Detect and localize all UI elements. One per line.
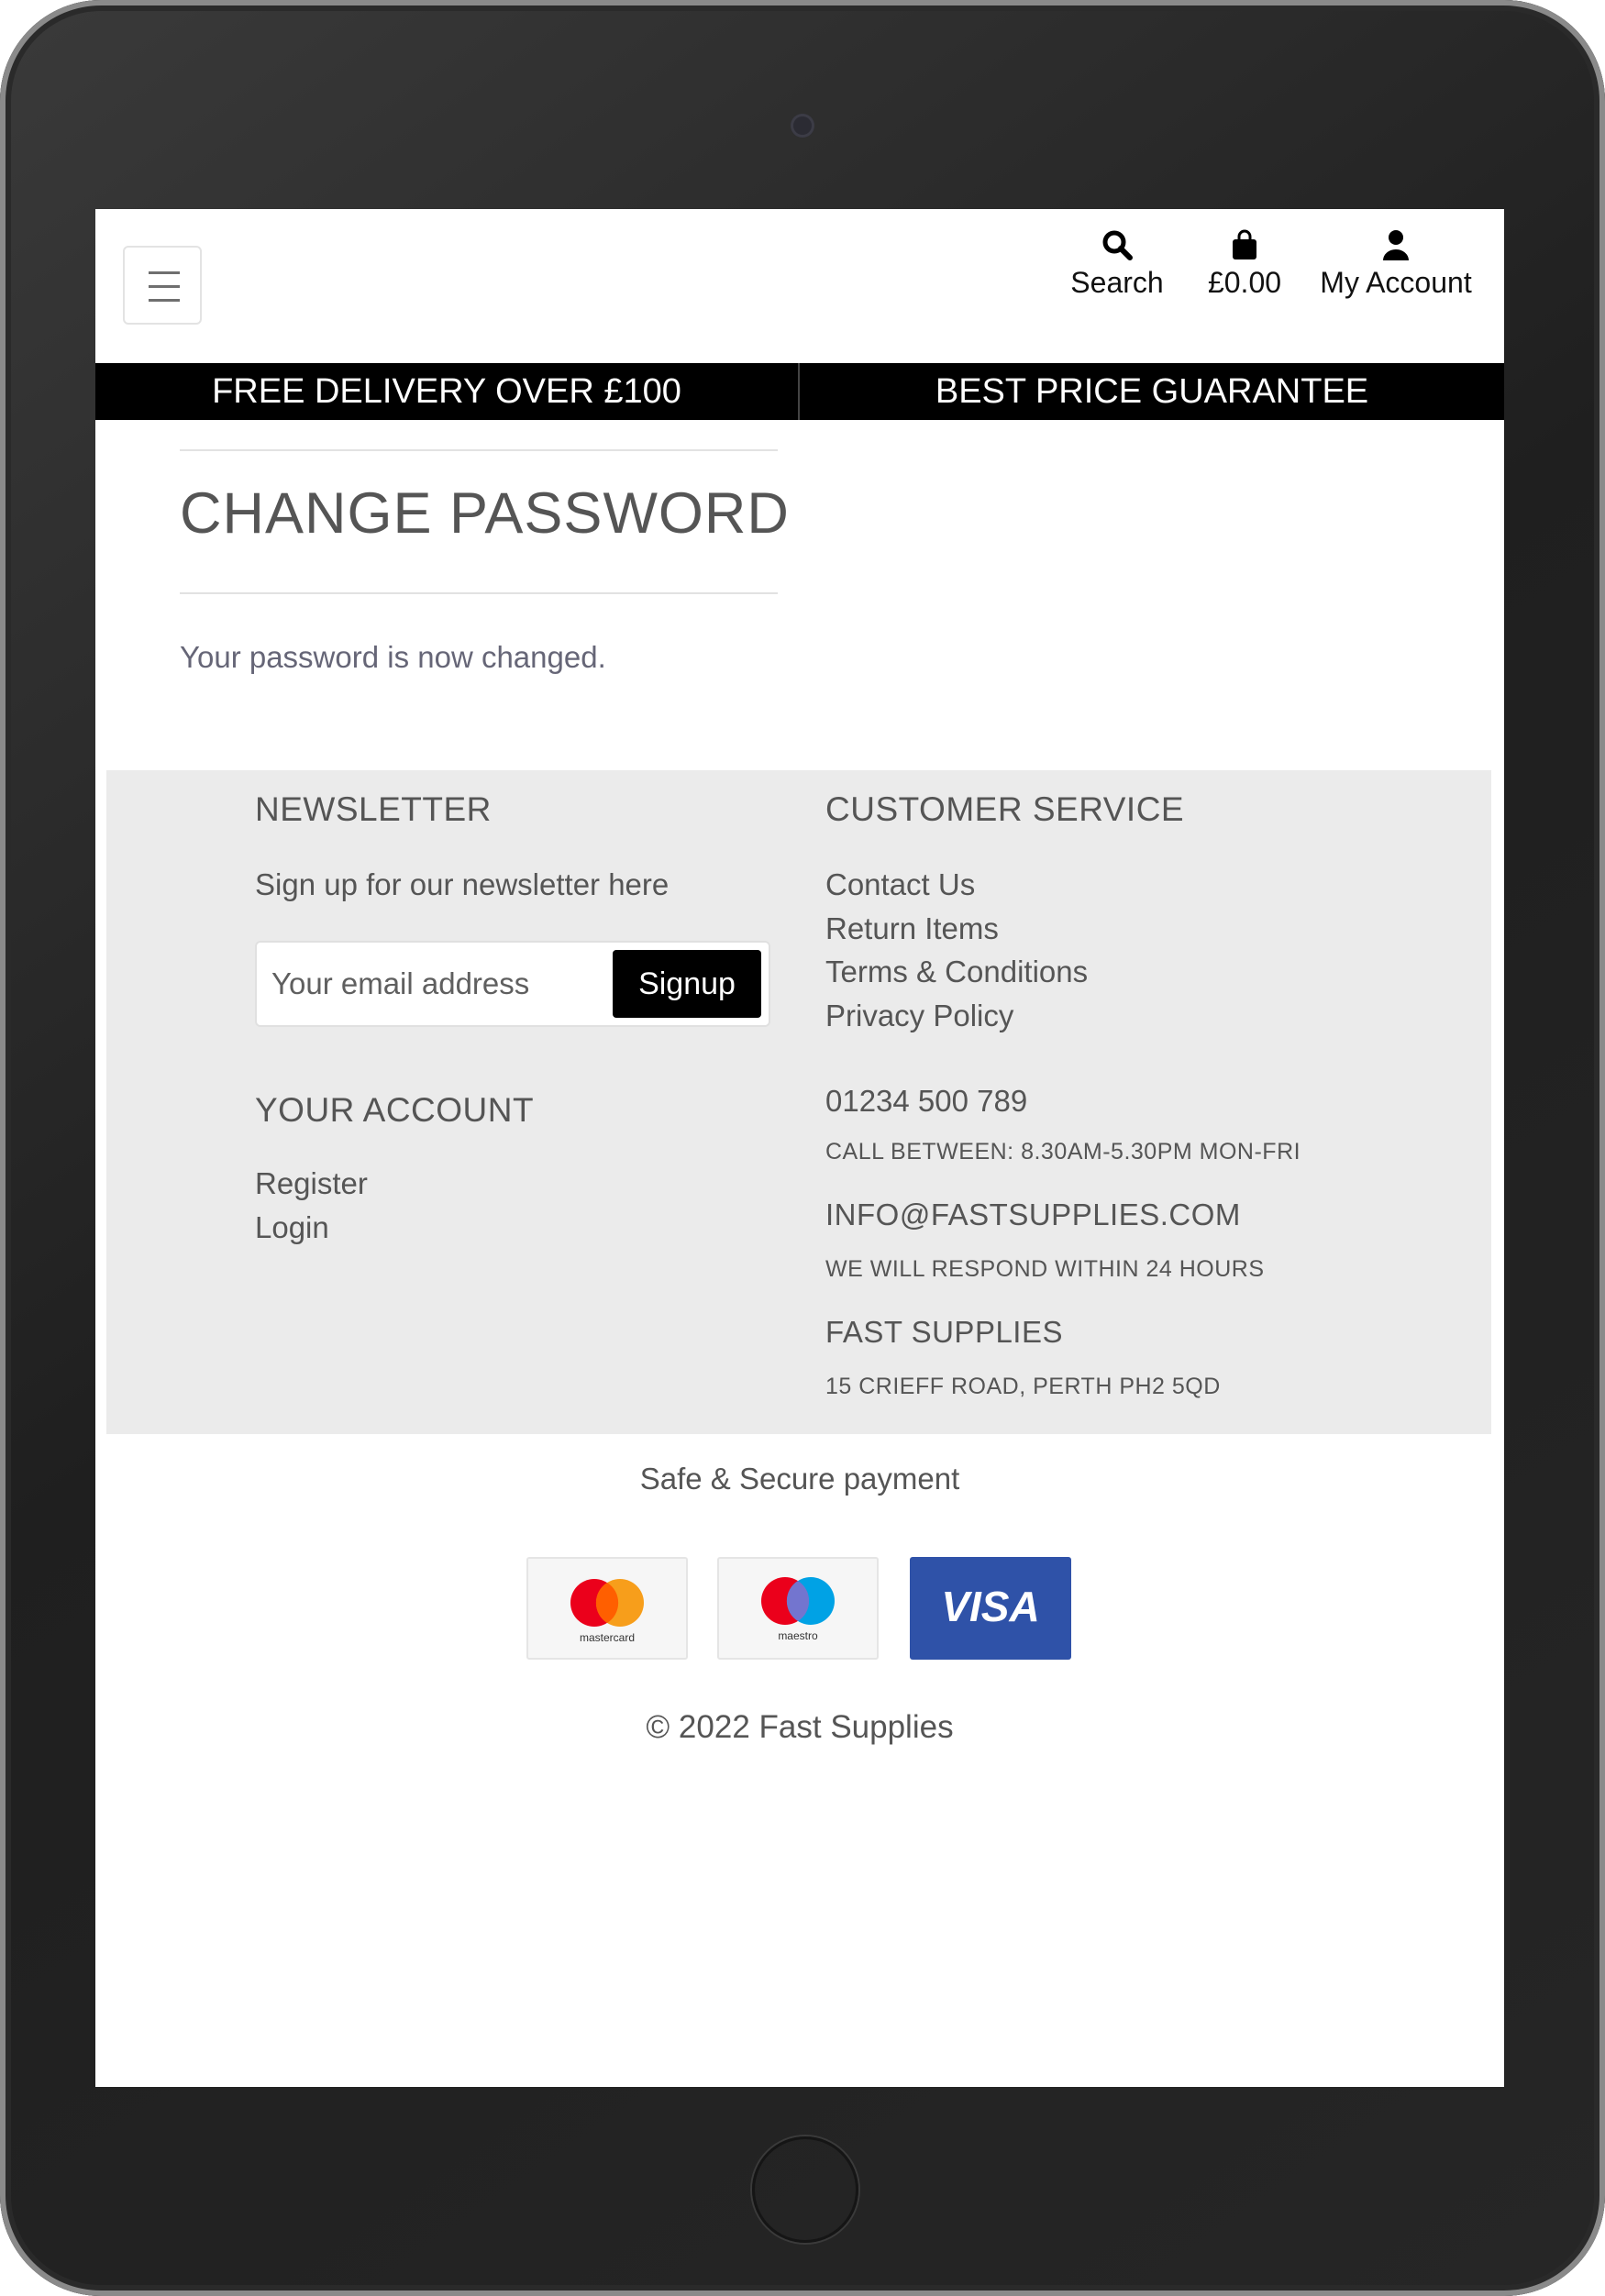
mastercard-icon: mastercard bbox=[570, 1579, 644, 1644]
promo-best-price: BEST PRICE GUARANTEE bbox=[935, 372, 1369, 411]
promo-bar: FREE DELIVERY OVER £100 BEST PRICE GUARA… bbox=[95, 363, 1504, 420]
mastercard-wordmark: mastercard bbox=[580, 1631, 635, 1644]
register-link[interactable]: Register bbox=[255, 1166, 368, 1201]
home-button[interactable] bbox=[752, 2136, 858, 2243]
your-account-heading: YOUR ACCOUNT bbox=[255, 1091, 535, 1129]
search-label: Search bbox=[1070, 266, 1164, 299]
site-header: Search £0.00 My Account bbox=[95, 209, 1504, 363]
copyright: © 2022 Fast Supplies bbox=[646, 1709, 954, 1745]
visa-logo: VISA bbox=[910, 1557, 1071, 1660]
secure-payment-heading: Safe & Secure payment bbox=[639, 1462, 960, 1496]
newsletter-heading: NEWSLETTER bbox=[255, 790, 492, 828]
search-nav-button[interactable]: Search bbox=[1062, 229, 1172, 300]
my-account-label: My Account bbox=[1320, 266, 1472, 299]
tablet-frame: Search £0.00 My Account FREE DELIVERY OV… bbox=[0, 0, 1605, 2296]
shopping-bag-icon bbox=[1233, 229, 1256, 259]
email-address[interactable]: INFO@FASTSUPPLIES.COM bbox=[825, 1198, 1241, 1232]
privacy-policy-link[interactable]: Privacy Policy bbox=[825, 999, 1013, 1033]
hamburger-menu-button[interactable] bbox=[123, 246, 202, 325]
newsletter-form: Signup bbox=[255, 941, 770, 1027]
title-divider-bottom bbox=[180, 592, 778, 594]
maestro-logo: maestro bbox=[717, 1557, 879, 1660]
mastercard-logo: mastercard bbox=[526, 1557, 688, 1660]
phone-number[interactable]: 01234 500 789 bbox=[825, 1084, 1027, 1119]
page-title: CHANGE PASSWORD bbox=[180, 481, 790, 546]
footer-panel: NEWSLETTER Sign up for our newsletter he… bbox=[106, 770, 1491, 1434]
phone-hours: CALL BETWEEN: 8.30AM-5.30PM MON-FRI bbox=[825, 1139, 1301, 1165]
maestro-wordmark: maestro bbox=[778, 1629, 818, 1642]
search-icon bbox=[1102, 230, 1133, 260]
return-items-link[interactable]: Return Items bbox=[825, 911, 999, 946]
my-account-nav-button[interactable]: My Account bbox=[1306, 229, 1486, 300]
confirmation-message: Your password is now changed. bbox=[180, 640, 606, 674]
company-name: FAST SUPPLIES bbox=[825, 1315, 1063, 1349]
cart-nav-button[interactable]: £0.00 bbox=[1194, 229, 1295, 300]
company-address: 15 CRIEFF ROAD, PERTH PH2 5QD bbox=[825, 1374, 1221, 1399]
camera bbox=[791, 114, 814, 138]
contact-us-link[interactable]: Contact Us bbox=[825, 867, 975, 902]
screen: Search £0.00 My Account FREE DELIVERY OV… bbox=[95, 209, 1504, 2087]
newsletter-text: Sign up for our newsletter here bbox=[255, 867, 670, 901]
customer-service-heading: CUSTOMER SERVICE bbox=[825, 790, 1185, 828]
login-link[interactable]: Login bbox=[255, 1210, 329, 1245]
terms-link[interactable]: Terms & Conditions bbox=[825, 955, 1088, 989]
maestro-icon: maestro bbox=[761, 1577, 835, 1642]
user-icon bbox=[1383, 230, 1409, 260]
email-response-note: WE WILL RESPOND WITHIN 24 HOURS bbox=[825, 1256, 1265, 1282]
visa-icon: VISA bbox=[941, 1583, 1039, 1630]
email-input[interactable] bbox=[264, 950, 620, 1018]
title-divider-top bbox=[180, 449, 778, 451]
hamburger-icon bbox=[149, 271, 180, 274]
signup-button[interactable]: Signup bbox=[613, 950, 761, 1018]
cart-total: £0.00 bbox=[1207, 266, 1282, 299]
promo-free-delivery: FREE DELIVERY OVER £100 bbox=[212, 372, 681, 411]
visa-wordmark: VISA bbox=[941, 1583, 1039, 1630]
